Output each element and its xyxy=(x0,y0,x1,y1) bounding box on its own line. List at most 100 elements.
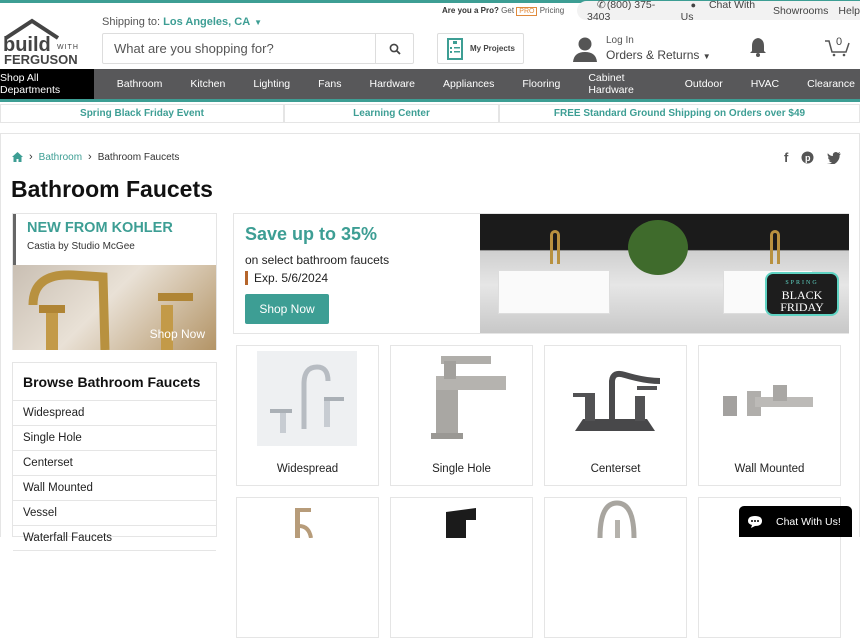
spring-black-friday-badge: SPRING BLACK FRIDAY xyxy=(765,272,839,316)
phone-link[interactable]: ✆(800) 375-3403 xyxy=(587,0,671,23)
bell-icon[interactable] xyxy=(749,37,767,57)
category-card-6[interactable] xyxy=(390,497,533,638)
nav-hardware[interactable]: Hardware xyxy=(369,78,415,90)
chat-widget-button[interactable]: Chat With Us! xyxy=(739,506,852,537)
sale-subtitle: on select bathroom faucets xyxy=(245,253,390,267)
category-card-wall-mounted[interactable]: Wall Mounted xyxy=(698,345,841,486)
nav-fans[interactable]: Fans xyxy=(318,78,341,90)
nav-flooring[interactable]: Flooring xyxy=(522,78,560,90)
nickel-faucet-thumbnail xyxy=(597,500,637,539)
centerset-faucet-illustration xyxy=(573,370,661,431)
kohler-faucet-image: Shop Now xyxy=(13,265,216,350)
search-icon xyxy=(389,43,401,55)
chat-bubble-icon xyxy=(748,515,762,528)
promo-learning-center[interactable]: Learning Center xyxy=(284,104,499,123)
category-card-single-hole[interactable]: Single Hole xyxy=(390,345,533,486)
vanity-photo[interactable]: SPRING BLACK FRIDAY xyxy=(480,214,849,333)
cart-button[interactable]: 0 xyxy=(824,36,850,63)
promo-bar: Spring Black Friday Event Learning Cente… xyxy=(0,104,860,123)
nav-outdoor[interactable]: Outdoor xyxy=(685,78,723,90)
kohler-shop-now[interactable]: Shop Now xyxy=(150,327,205,341)
shipping-label: Shipping to: xyxy=(102,16,161,28)
nav-kitchen[interactable]: Kitchen xyxy=(190,78,225,90)
nav-cabinet-hardware[interactable]: Cabinet Hardware xyxy=(588,72,656,96)
chat-link[interactable]: ● Chat With Us xyxy=(681,0,763,23)
phone-icon: ✆ xyxy=(597,0,606,11)
shop-all-departments[interactable]: Shop All Departments xyxy=(0,69,94,99)
search-button[interactable] xyxy=(375,34,413,63)
utility-bar: Are you a Pro? Get PRO Pricing ✆(800) 37… xyxy=(420,0,860,23)
browse-item-single-hole[interactable]: Single Hole xyxy=(13,426,216,451)
login-link[interactable]: Log In xyxy=(606,34,711,48)
browse-title: Browse Bathroom Faucets xyxy=(13,363,216,401)
breadcrumb-bathroom[interactable]: Bathroom xyxy=(39,152,82,163)
search-bar xyxy=(102,33,414,64)
faucet-right xyxy=(770,230,780,264)
facebook-icon[interactable]: f xyxy=(784,150,788,165)
breadcrumb-current: Bathroom Faucets xyxy=(97,151,180,163)
pro-question: Are you a Pro? xyxy=(442,6,499,15)
account-menu[interactable]: Log In Orders & Returns ▼ xyxy=(572,34,711,64)
home-icon[interactable] xyxy=(12,152,23,162)
showrooms-link[interactable]: Showrooms xyxy=(773,5,828,17)
category-label: Centerset xyxy=(590,463,641,475)
nav-lighting[interactable]: Lighting xyxy=(253,78,290,90)
single-hole-faucet-image xyxy=(411,351,511,446)
caret-down-icon: ▼ xyxy=(702,52,711,61)
my-projects-button[interactable]: My Projects xyxy=(437,33,524,64)
orders-returns-link[interactable]: Orders & Returns xyxy=(606,48,699,62)
kohler-subtitle: Castia by Studio McGee xyxy=(27,241,135,252)
sale-shop-now-button[interactable]: Shop Now xyxy=(245,294,329,324)
social-share: f p xyxy=(784,150,842,165)
browse-item-waterfall[interactable]: Waterfall Faucets xyxy=(13,526,216,551)
clipboard-icon xyxy=(447,37,463,60)
pinterest-icon[interactable]: p xyxy=(801,151,814,164)
pro-get: Get xyxy=(501,6,515,15)
build-with-ferguson-logo[interactable]: build WITH FERGUSON xyxy=(2,18,88,66)
browse-item-centerset[interactable]: Centerset xyxy=(13,451,216,476)
nav-hvac[interactable]: HVAC xyxy=(751,78,779,90)
wall-mounted-faucet-illustration xyxy=(723,385,813,416)
shipping-location[interactable]: Shipping to: Los Angeles, CA ▼ xyxy=(102,16,262,28)
svg-text:p: p xyxy=(805,153,811,163)
browse-item-widespread[interactable]: Widespread xyxy=(13,401,216,426)
logo-with: WITH xyxy=(57,44,79,51)
pro-pricing: Pricing xyxy=(539,6,565,15)
nav-appliances[interactable]: Appliances xyxy=(443,78,494,90)
pro-pricing-link[interactable]: Are you a Pro? Get PRO Pricing xyxy=(442,6,565,16)
plant xyxy=(628,220,688,275)
kohler-promo-card[interactable]: NEW FROM KOHLER Castia by Studio McGee S… xyxy=(12,213,217,350)
badge-spring: SPRING xyxy=(785,280,819,286)
help-link[interactable]: Help xyxy=(838,5,860,17)
kohler-title: NEW FROM KOHLER xyxy=(27,220,173,236)
my-projects-label: My Projects xyxy=(470,44,515,53)
browse-item-wall-mounted[interactable]: Wall Mounted xyxy=(13,476,216,501)
shipping-city[interactable]: Los Angeles, CA xyxy=(163,16,250,28)
sale-headline: Save up to 35% xyxy=(245,224,378,244)
category-card-centerset[interactable]: Centerset xyxy=(544,345,687,486)
caret-down-icon: ▼ xyxy=(254,18,263,27)
chat-bubble-icon: ● xyxy=(690,0,697,10)
nav-bathroom[interactable]: Bathroom xyxy=(117,78,163,90)
category-card-7[interactable] xyxy=(544,497,687,638)
chat-widget-label: Chat With Us! xyxy=(776,515,841,528)
sale-expiration: Exp. 5/6/2024 xyxy=(245,271,389,285)
twitter-icon[interactable] xyxy=(827,151,842,164)
cart-count: 0 xyxy=(836,36,843,48)
badge-friday: FRIDAY xyxy=(780,300,824,314)
category-label: Wall Mounted xyxy=(734,463,805,475)
promo-spring-black-friday[interactable]: Spring Black Friday Event xyxy=(0,104,284,123)
category-card-widespread[interactable]: Widespread xyxy=(236,345,379,486)
nav-clearance[interactable]: Clearance xyxy=(807,78,855,90)
search-input[interactable] xyxy=(103,34,375,63)
chevron-right-icon: › xyxy=(29,151,33,163)
browse-item-vessel[interactable]: Vessel xyxy=(13,501,216,526)
logo-ferguson: FERGUSON xyxy=(4,52,78,66)
category-card-5[interactable] xyxy=(236,497,379,638)
promo-free-shipping[interactable]: FREE Standard Ground Shipping on Orders … xyxy=(499,104,860,123)
widespread-faucet-image xyxy=(257,351,357,446)
user-icon xyxy=(573,37,597,62)
pro-badge: PRO xyxy=(516,7,538,16)
wall-mounted-faucet-image xyxy=(719,351,819,446)
single-hole-faucet-illustration xyxy=(431,356,506,439)
